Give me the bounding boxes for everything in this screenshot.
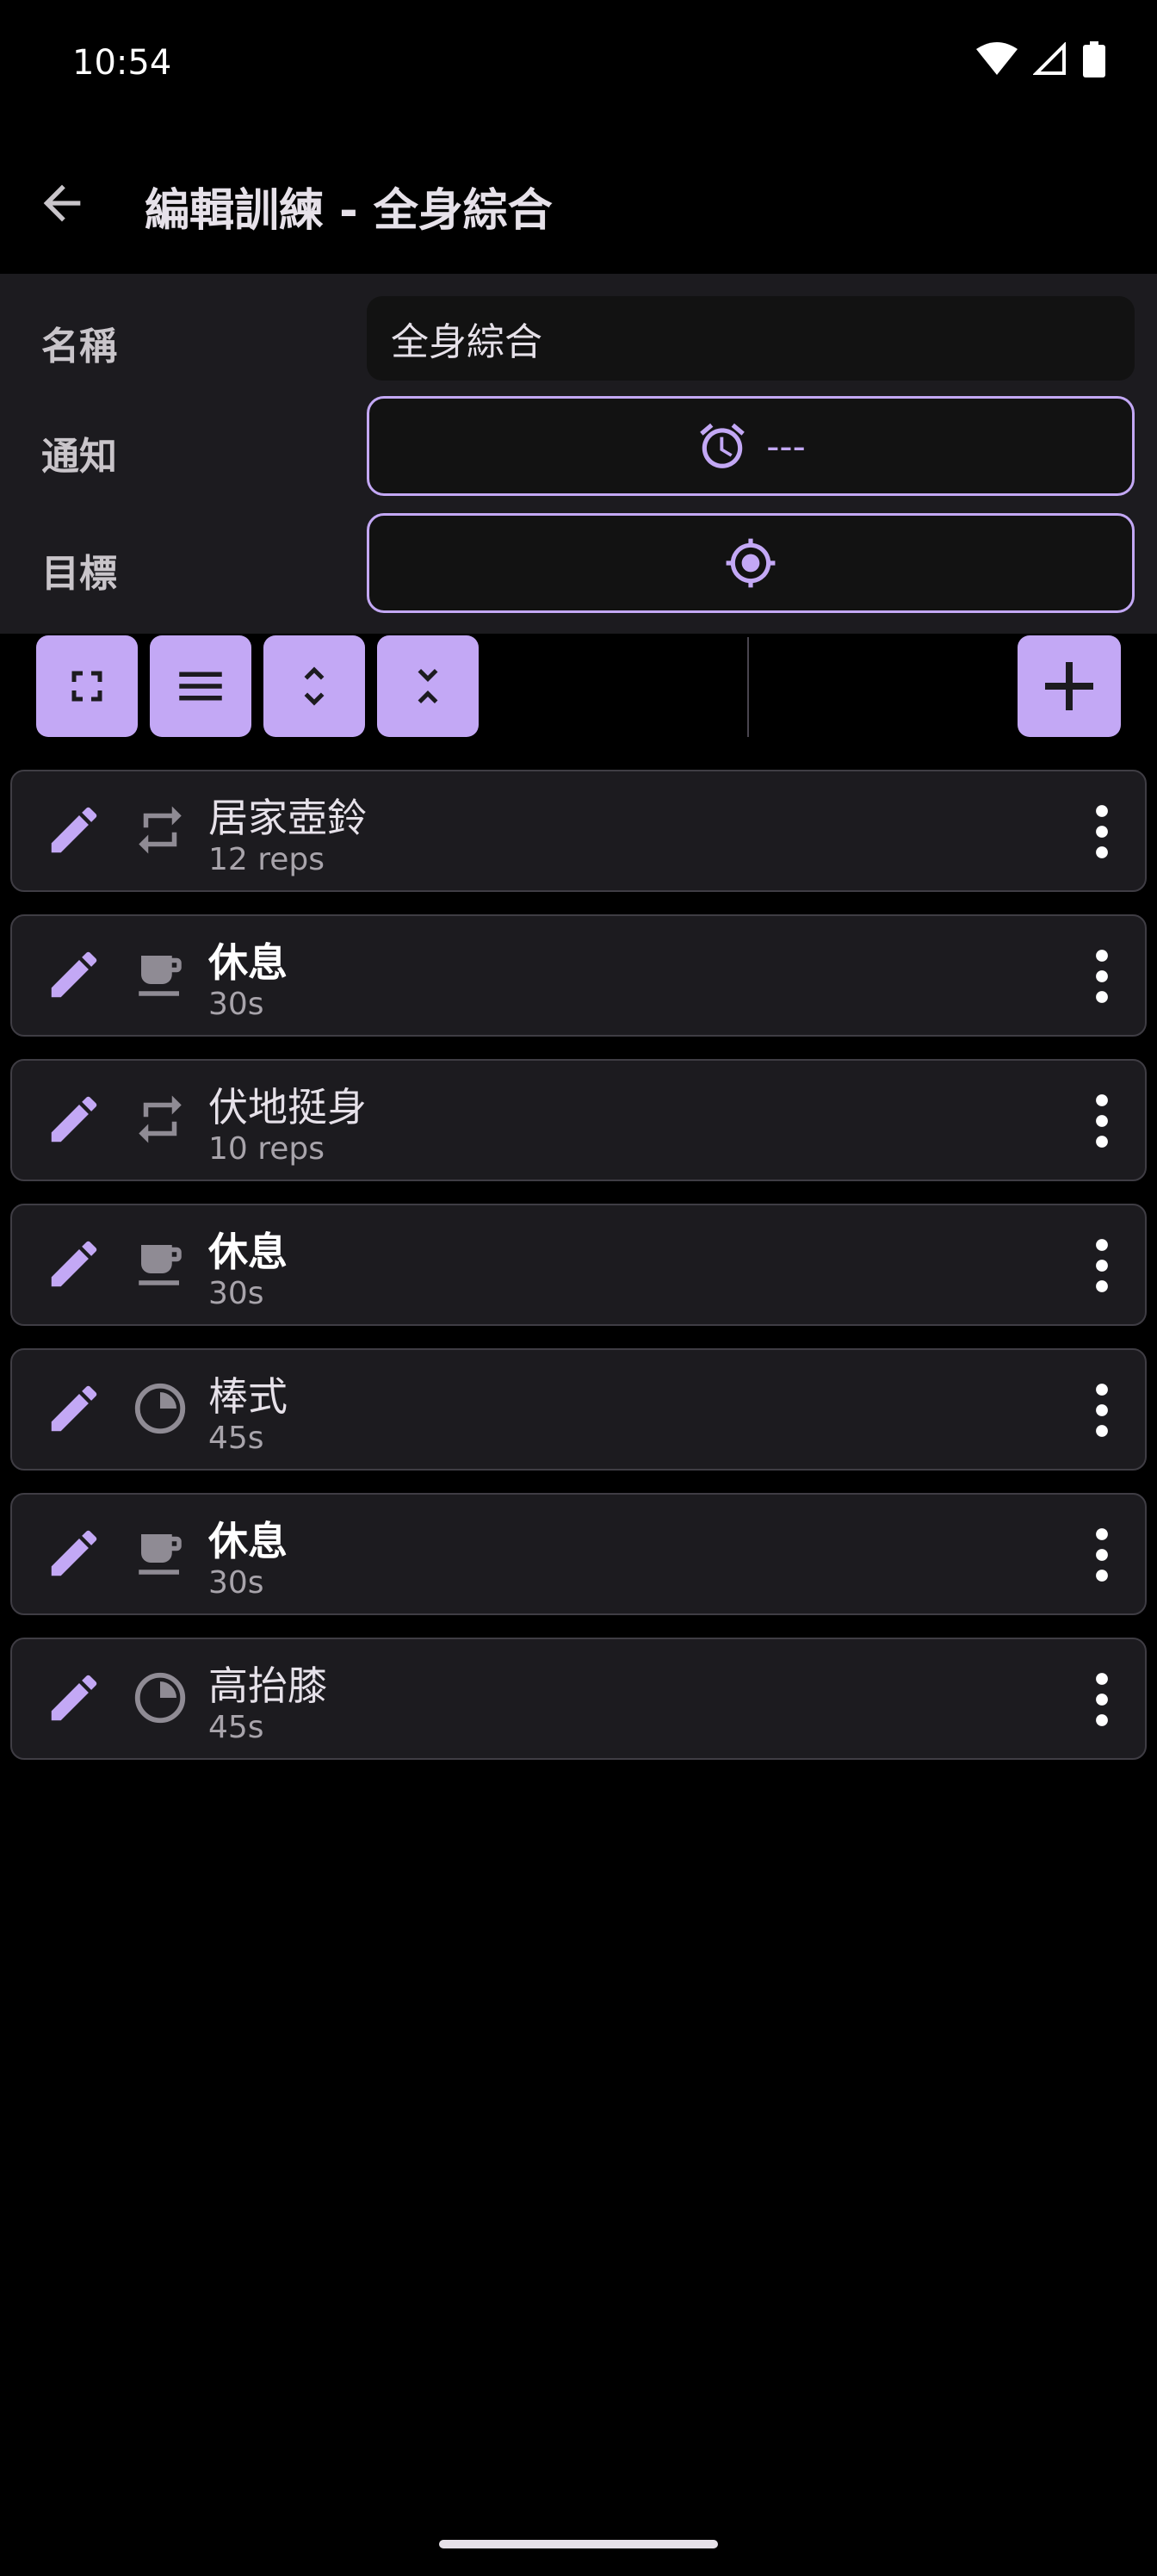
edit-icon: [44, 1234, 104, 1297]
more-vert-icon: [1081, 1235, 1123, 1300]
exercise-detail: 30s: [208, 987, 264, 1022]
exercise-item[interactable]: 棒式 45s: [10, 1348, 1147, 1471]
exercise-type: [127, 1088, 193, 1154]
name-label: 名稱: [41, 325, 117, 368]
edit-icon: [44, 1378, 104, 1442]
exercise-item[interactable]: 伏地挺身 10 reps: [10, 1059, 1147, 1181]
alarm-clock-icon: [700, 423, 746, 468]
exercise-menu-button[interactable]: [1081, 1381, 1123, 1443]
timer-pie-icon: [130, 1668, 190, 1731]
toolbar-divider: [747, 637, 749, 737]
coffee-cup-icon: [132, 946, 189, 1006]
edit-exercise-button[interactable]: [41, 1667, 107, 1732]
exercise-menu-button[interactable]: [1081, 947, 1123, 1009]
target-crosshair-icon: [726, 538, 776, 588]
app-bar: 編輯訓練 - 全身綜合: [0, 129, 1157, 274]
notification-button[interactable]: ---: [367, 396, 1135, 496]
more-vert-icon: [1081, 945, 1123, 1011]
exercise-detail: 12 reps: [208, 842, 325, 877]
exercise-item[interactable]: 休息 30s: [10, 1493, 1147, 1615]
page-title: 編輯訓練 - 全身綜合: [145, 185, 553, 237]
notify-label: 通知: [41, 435, 117, 479]
exercise-type: [127, 1667, 193, 1732]
edit-exercise-button[interactable]: [41, 1088, 107, 1154]
edit-icon: [44, 800, 104, 864]
exercise-item[interactable]: 休息 30s: [10, 1204, 1147, 1326]
exercise-menu-button[interactable]: [1081, 802, 1123, 864]
exercise-menu-button[interactable]: [1081, 1092, 1123, 1154]
unfold-more-icon: [304, 666, 325, 706]
exercise-type: [127, 1233, 193, 1298]
exercise-type: [127, 1378, 193, 1443]
home-indicator[interactable]: [439, 2540, 718, 2548]
edit-icon: [44, 1089, 104, 1153]
exercise-type: [127, 1522, 193, 1588]
exercise-name: 棒式: [208, 1373, 288, 1420]
more-vert-icon: [1081, 1090, 1123, 1155]
goal-label: 目標: [41, 552, 117, 596]
plus-icon: [1045, 662, 1093, 710]
collapse-all-button[interactable]: [377, 635, 479, 737]
back-button[interactable]: [26, 167, 98, 239]
edit-exercise-button[interactable]: [41, 799, 107, 864]
exercise-type: [127, 799, 193, 864]
more-vert-icon: [1081, 1524, 1123, 1589]
exercise-menu-button[interactable]: [1081, 1236, 1123, 1298]
battery-icon: [1083, 41, 1105, 77]
status-time: 10:54: [72, 43, 172, 83]
exercise-name: 休息: [208, 1229, 288, 1275]
exercise-name: 高抬膝: [208, 1663, 327, 1709]
notification-value: ---: [766, 424, 806, 468]
exercise-detail: 45s: [208, 1421, 264, 1456]
more-vert-icon: [1081, 1379, 1123, 1445]
edit-exercise-button[interactable]: [41, 1522, 107, 1588]
edit-exercise-button[interactable]: [41, 944, 107, 1009]
edit-icon: [44, 1523, 104, 1587]
timer-pie-icon: [130, 1378, 190, 1442]
unfold-less-icon: [418, 669, 438, 703]
exercise-name: 伏地挺身: [208, 1084, 367, 1130]
exercise-detail: 30s: [208, 1565, 264, 1601]
exercise-menu-button[interactable]: [1081, 1670, 1123, 1732]
edit-exercise-button[interactable]: [41, 1233, 107, 1298]
workout-name-input[interactable]: 全身綜合: [367, 296, 1135, 381]
fullscreen-button[interactable]: [36, 635, 138, 737]
more-vert-icon: [1081, 1669, 1123, 1734]
status-icons: [976, 41, 1105, 77]
coffee-cup-icon: [132, 1525, 189, 1585]
wifi-icon: [976, 42, 1018, 75]
exercise-detail: 30s: [208, 1276, 264, 1311]
repeat-icon: [132, 802, 189, 862]
more-vert-icon: [1081, 801, 1123, 866]
edit-icon: [44, 944, 104, 1008]
fullscreen-icon: [71, 671, 102, 702]
expand-all-button[interactable]: [263, 635, 365, 737]
menu-lines-icon: [179, 672, 222, 701]
status-bar: 10:54: [0, 0, 1157, 129]
exercise-detail: 45s: [208, 1710, 264, 1745]
exercise-item[interactable]: 休息 30s: [10, 914, 1147, 1037]
exercise-menu-button[interactable]: [1081, 1526, 1123, 1588]
cellular-signal-icon: [1033, 42, 1066, 75]
coffee-cup-icon: [132, 1235, 189, 1296]
edit-icon: [44, 1668, 104, 1731]
arrow-back-icon: [43, 184, 81, 222]
edit-exercise-button[interactable]: [41, 1378, 107, 1443]
exercise-item[interactable]: 居家壺鈴 12 reps: [10, 770, 1147, 892]
exercise-name: 休息: [208, 1518, 288, 1564]
exercise-name: 居家壺鈴: [208, 795, 367, 841]
goal-button[interactable]: [367, 513, 1135, 613]
exercise-name: 休息: [208, 939, 288, 986]
exercise-type: [127, 944, 193, 1009]
list-view-button[interactable]: [150, 635, 251, 737]
exercise-item[interactable]: 高抬膝 45s: [10, 1638, 1147, 1760]
exercise-detail: 10 reps: [208, 1131, 325, 1167]
add-exercise-button[interactable]: [1018, 635, 1121, 737]
repeat-icon: [132, 1091, 189, 1151]
